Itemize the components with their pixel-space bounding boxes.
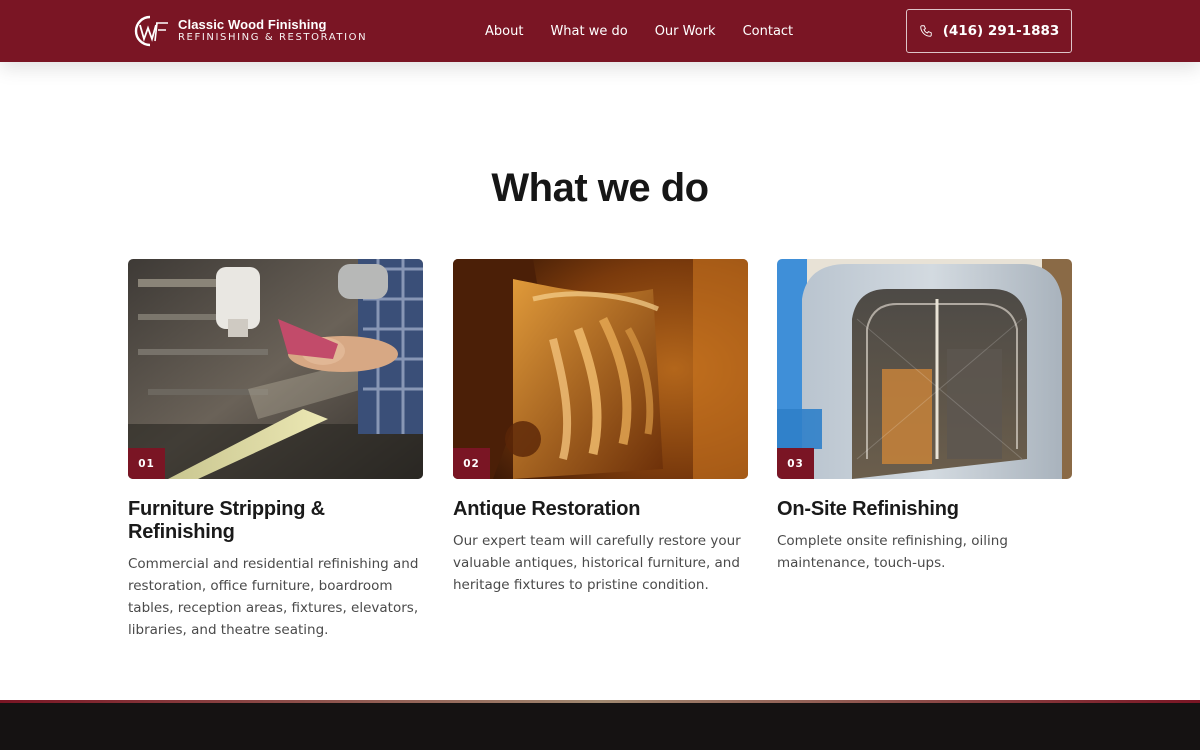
- card-title: Antique Restoration: [453, 498, 641, 520]
- nav-link-about[interactable]: About: [485, 24, 523, 39]
- main-nav: About What we do Our Work Contact: [485, 0, 793, 62]
- what-we-do-section: What we do 01 Furniture Stripping & Refi…: [0, 62, 1200, 700]
- card-title: On-Site Refinishing: [777, 498, 959, 520]
- service-card-onsite[interactable]: 03 On-Site Refinishing Complete onsite r…: [777, 259, 1072, 574]
- brand-name: Classic Wood Finishing: [178, 17, 327, 32]
- nav-link-what-we-do[interactable]: What we do: [550, 24, 627, 39]
- section-title: What we do: [491, 166, 709, 210]
- carved-wood-antique-photo: 02: [453, 259, 748, 479]
- service-card-stripping[interactable]: 01 Furniture Stripping & Refinishing Com…: [128, 259, 423, 641]
- card-description: Our expert team will carefully restore y…: [453, 533, 741, 593]
- inflatable-spray-booth-photo: 03: [777, 259, 1072, 479]
- phone-icon: [919, 25, 932, 37]
- spray-gun-refinishing-photo: 01: [128, 259, 423, 479]
- service-card-antique[interactable]: 02 Antique Restoration Our expert team w…: [453, 259, 748, 596]
- phone-call-button[interactable]: (416) 291-1883: [906, 9, 1072, 53]
- brand-logo[interactable]: Classic Wood Finishing Refinishing & Res…: [128, 13, 368, 49]
- logo-mark-icon: [134, 15, 168, 47]
- brand-tagline: Refinishing & Restoration: [178, 32, 368, 43]
- card-title: Furniture Stripping & Refinishing: [128, 498, 325, 543]
- nav-link-our-work[interactable]: Our Work: [655, 24, 716, 39]
- card-number-badge: 01: [128, 448, 165, 479]
- site-header: Classic Wood Finishing Refinishing & Res…: [0, 0, 1200, 62]
- card-description: Complete onsite refinishing, oiling main…: [777, 533, 1008, 571]
- nav-link-contact[interactable]: Contact: [743, 24, 794, 39]
- card-number-badge: 02: [453, 448, 490, 479]
- footer-divider: [0, 700, 1200, 703]
- site-footer: [0, 700, 1200, 750]
- card-number-badge: 03: [777, 448, 814, 479]
- card-description: Commercial and residential refinishing a…: [128, 556, 419, 638]
- phone-number: (416) 291-1883: [942, 23, 1060, 39]
